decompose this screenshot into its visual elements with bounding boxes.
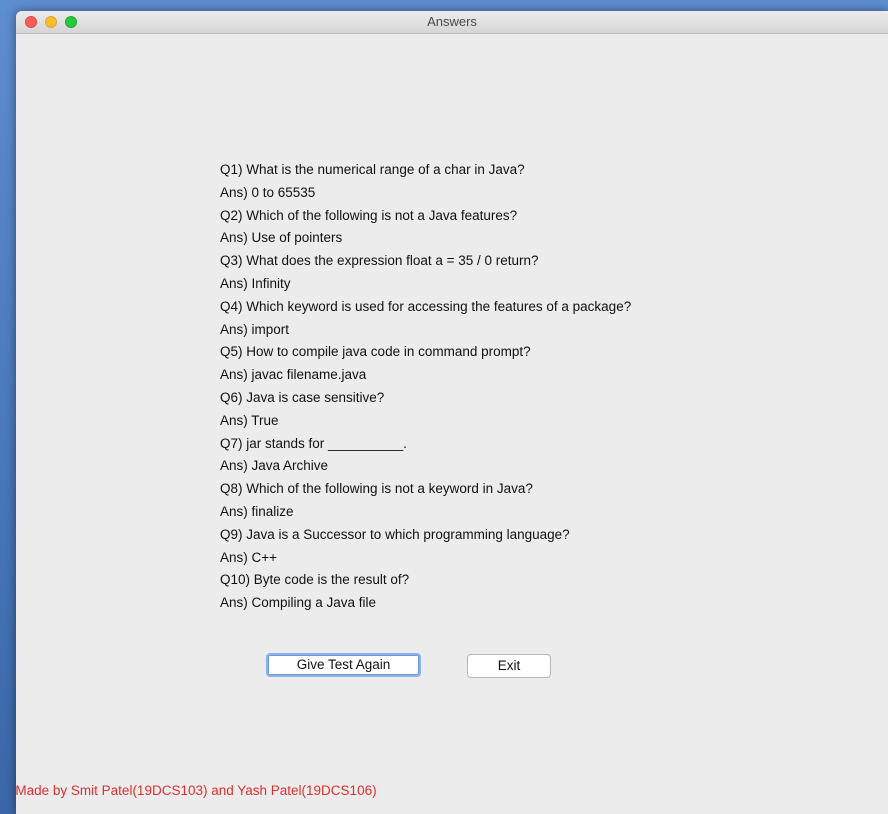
question-8: Q8) Which of the following is not a keyw… xyxy=(220,481,533,497)
answer-10: Ans) Compiling a Java file xyxy=(220,595,377,611)
answer-3: Ans) Infinity xyxy=(220,275,291,291)
answer-1: Ans) 0 to 65535 xyxy=(220,184,316,200)
answer-7: Ans) Java Archive xyxy=(220,458,329,474)
window-title: Answers xyxy=(427,14,477,29)
footer-credit: Made by Smit Patel(19DCS103) and Yash Pa… xyxy=(16,783,632,798)
exit-button[interactable]: Exit xyxy=(467,654,551,678)
answers-list: Q1) What is the numerical range of a cha… xyxy=(220,159,631,615)
question-9: Q9) Java is a Successor to which program… xyxy=(220,526,570,542)
answer-6: Ans) True xyxy=(220,412,279,428)
answer-5: Ans) javac filename.java xyxy=(220,367,367,383)
give-test-again-button[interactable]: Give Test Again xyxy=(266,653,421,677)
question-2: Q2) Which of the following is not a Java… xyxy=(220,207,518,223)
question-3: Q3) What does the expression float a = 3… xyxy=(220,253,539,269)
question-1: Q1) What is the numerical range of a cha… xyxy=(220,162,525,177)
answers-window: Answers Q1) What is the numerical range … xyxy=(16,11,888,814)
question-6: Q6) Java is case sensitive? xyxy=(220,389,385,405)
answer-8: Ans) finalize xyxy=(220,503,294,519)
question-10: Q10) Byte code is the result of? xyxy=(220,572,410,588)
answer-9: Ans) C++ xyxy=(220,549,278,565)
answer-4: Ans) import xyxy=(220,321,290,337)
question-5: Q5) How to compile java code in command … xyxy=(220,344,531,360)
question-7: Q7) jar stands for __________. xyxy=(220,435,407,451)
title-bar[interactable]: Answers xyxy=(16,11,888,34)
answer-2: Ans) Use of pointers xyxy=(220,230,343,246)
footer-credit-text: Made by Smit Patel(19DCS103) and Yash Pa… xyxy=(16,783,377,798)
question-4: Q4) Which keyword is used for accessing … xyxy=(220,298,632,314)
